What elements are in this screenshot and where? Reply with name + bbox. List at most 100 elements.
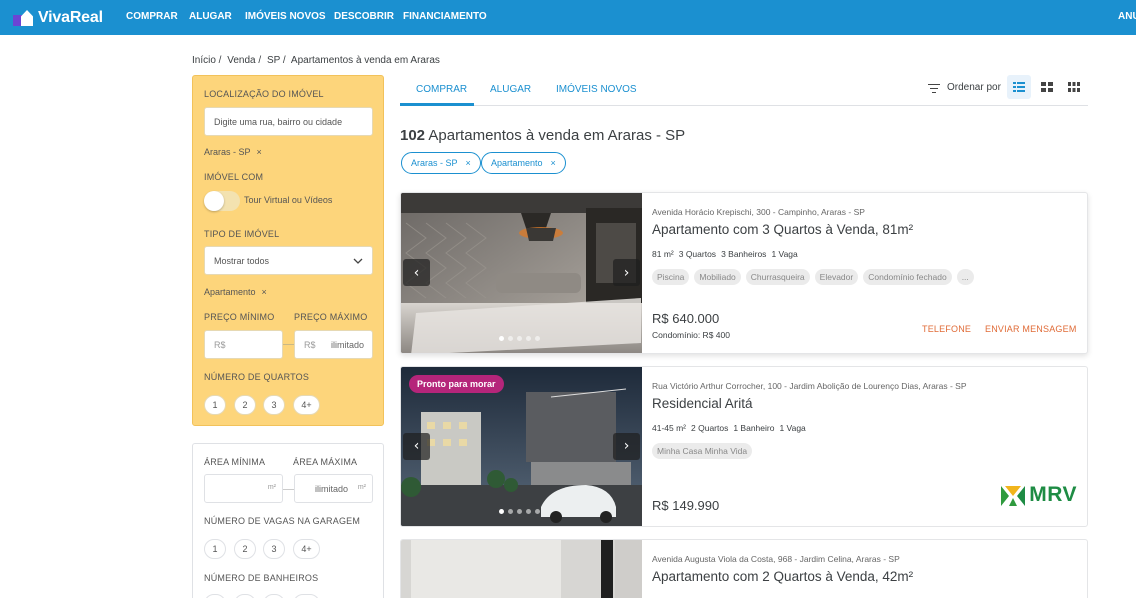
house-logo-icon [13,9,33,27]
tab-comprar[interactable]: COMPRAR [416,84,467,95]
mrv-logo-mark-icon [1001,486,1026,506]
mrv-brand-logo[interactable]: MRV [1001,483,1077,507]
breadcrumb-venda[interactable]: Venda / [227,55,261,66]
phone-button[interactable]: TELEFONE [922,324,971,334]
nav-descobrir[interactable]: DESCOBRIR [334,11,394,22]
feature-area: 81 m² [652,249,674,259]
listing-photo-carousel[interactable]: Pronto para morar ‹ › [401,367,642,526]
bathrooms-label: NÚMERO DE BANHEIROS [204,573,319,583]
amenity-more[interactable]: ... [956,269,974,285]
carousel-dots [499,509,540,514]
bathrooms-option-1[interactable] [204,594,226,598]
price-min-input[interactable]: R$ [204,330,283,359]
price-min-currency: R$ [214,339,226,350]
area-max-unit: m² [357,484,366,491]
area-min-label: ÁREA MÍNIMA [204,457,266,467]
carousel-next-button[interactable]: › [613,432,640,460]
remove-type-icon[interactable]: × [262,287,267,297]
property-type-chip-label: Apartamento [204,287,256,297]
area-max-label: ÁREA MÁXIMA [293,457,358,467]
remove-tag-icon[interactable]: × [466,158,471,168]
nav-anuncie[interactable]: ANUNCIE [1118,11,1136,22]
location-chip[interactable]: Araras - SP × [204,147,262,157]
rooms-option-3[interactable]: 3 [263,395,285,415]
listing-card[interactable]: Pronto para morar ‹ › Rua Victório Arthu… [400,366,1088,527]
breadcrumb: Início / Venda / SP / Apartamentos à ven… [192,55,443,66]
rooms-option-1[interactable]: 1 [204,395,226,415]
tag-type-label: Apartamento [491,158,543,168]
tab-alugar[interactable]: ALUGAR [490,84,531,95]
parking-option-3[interactable]: 3 [263,539,285,559]
remove-location-icon[interactable]: × [257,147,262,157]
area-min-unit: m² [267,484,276,491]
parking-option-1[interactable]: 1 [204,539,226,559]
carousel-next-button[interactable]: › [613,259,640,286]
rooms-option-2[interactable]: 2 [234,395,256,415]
sort-label: Ordenar por [947,82,1001,93]
price-min-label: PREÇO MÍNIMO [204,312,275,322]
chevron-down-icon [353,258,363,264]
property-type-select[interactable]: Mostrar todos [204,246,373,275]
tour-virtual-toggle[interactable] [204,191,240,211]
listing-address: Avenida Augusta Viola da Costa, 968 - Ja… [652,554,900,564]
amenity-tag: Elevador [814,269,859,285]
area-min-input[interactable]: m² [204,474,283,503]
price-max-value: ilimitado [330,339,364,350]
bathrooms-option-2[interactable] [234,594,256,598]
carousel-prev-button[interactable]: ‹ [403,259,430,286]
parking-label: NÚMERO DE VAGAS NA GARAGEM [204,516,361,526]
living-room-photo [401,193,642,353]
bathrooms-option-4plus[interactable] [293,594,320,598]
price-max-input[interactable]: R$ ilimitado [294,330,373,359]
remove-tag-icon[interactable]: × [551,158,556,168]
property-type-label: TIPO DE IMÓVEL [204,229,280,239]
sort-icon [928,83,940,93]
bathrooms-option-3[interactable] [263,594,285,598]
send-message-button[interactable]: ENVIAR MENSAGEM [985,324,1077,334]
breadcrumb-inicio[interactable]: Início / [192,55,221,66]
carousel-dots [499,336,540,341]
nav-financiamento[interactable]: FINANCIAMENTO [403,11,487,22]
vivareal-logo[interactable]: VivaReal [13,8,103,28]
listing-card[interactable]: Avenida Augusta Viola da Costa, 968 - Ja… [400,539,1088,598]
listing-card[interactable]: ‹ › Avenida Horácio Krepischi, 300 - Cam… [400,192,1088,354]
active-tab-indicator [400,103,474,106]
listing-price: R$ 149.990 [652,498,720,513]
amenity-tag: Churrasqueira [745,269,810,285]
feature-bathrooms: 3 Banheiros [721,249,767,259]
listing-photo-carousel[interactable] [401,540,642,598]
nav-imoveis-novos[interactable]: IMÓVEIS NOVOS [245,11,326,22]
feature-parking: 1 Vaga [779,423,806,433]
tab-imoveis-novos[interactable]: IMÓVEIS NOVOS [556,84,637,95]
area-max-input[interactable]: ilimitado m² [294,474,373,503]
grid-view-button[interactable] [1035,75,1059,99]
nav-comprar[interactable]: COMPRAR [126,11,178,22]
carousel-prev-button[interactable]: ‹ [403,432,430,460]
rooms-option-4plus[interactable]: 4+ [293,395,320,415]
mrv-logo-text: MRV [1029,483,1077,506]
list-view-icon [1013,82,1025,92]
filter-panel-secondary: ÁREA MÍNIMA ÁREA MÁXIMA m² ilimitado m² N… [192,443,384,598]
parking-option-2[interactable]: 2 [234,539,256,559]
feature-label: IMÓVEL COM [204,172,264,182]
feature-rooms: 3 Quartos [678,249,717,259]
listing-title[interactable]: Apartamento com 3 Quartos à Venda, 81m² [652,222,913,237]
location-search-input[interactable]: Digite uma rua, bairro ou cidade [204,107,373,136]
active-filter-tag-type[interactable]: Apartamento × [481,152,566,174]
sort-dropdown[interactable]: Ordenar por [928,82,1001,93]
listing-features: 81 m² 3 Quartos 3 Banheiros 1 Vaga [652,249,803,259]
interior-photo [401,540,642,598]
compact-grid-view-button[interactable] [1062,75,1086,99]
active-filter-tag-location[interactable]: Araras - SP × [401,152,481,174]
amenity-tag: Condomínio fechado [863,269,952,285]
location-label: LOCALIZAÇÃO DO IMÓVEL [204,89,324,99]
feature-rooms: 2 Quartos [691,423,729,433]
breadcrumb-sp[interactable]: SP / [267,55,286,66]
listing-title[interactable]: Apartamento com 2 Quartos à Venda, 42m² [652,569,913,584]
listing-title[interactable]: Residencial Aritá [652,396,753,411]
listing-photo-carousel[interactable]: ‹ › [401,193,642,353]
property-type-chip[interactable]: Apartamento × [204,287,267,297]
nav-alugar[interactable]: ALUGAR [189,11,232,22]
list-view-button[interactable] [1007,75,1031,99]
parking-option-4plus[interactable]: 4+ [293,539,320,559]
